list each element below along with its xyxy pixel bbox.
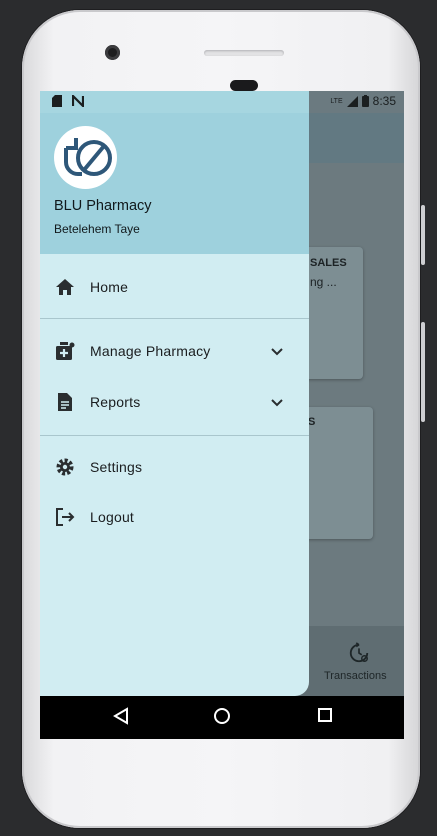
sd-card-icon [52,95,62,107]
front-camera [105,45,120,60]
drawer-item-label: Home [90,279,129,295]
recents-icon[interactable] [317,707,333,723]
proximity-sensor [230,80,258,91]
drawer-header: BLU Pharmacy Betelehem Taye [40,91,309,254]
chevron-down-icon[interactable] [268,342,286,360]
medical-bag-icon [54,340,76,362]
drawer-item-label: Manage Pharmacy [90,343,211,359]
home-nav-icon[interactable] [213,707,231,725]
drawer-item-label: Logout [90,509,135,525]
battery-icon [361,95,369,107]
home-icon [54,276,76,298]
logout-icon [54,506,76,528]
earpiece-speaker [204,50,284,56]
document-icon [54,391,76,413]
sales-card-title: SALES [310,257,347,269]
sales-card-subtitle: ng ... [310,275,337,289]
status-bar-left [52,95,84,107]
system-navigation-bar [40,696,404,739]
drawer-app-title: BLU Pharmacy [54,198,152,214]
drawer-item-home[interactable]: Home [40,265,309,309]
drawer-divider [40,318,309,319]
drawer-user-name: Betelehem Taye [54,222,140,236]
drawer-item-reports[interactable]: Reports [40,380,309,424]
transactions-icon [349,642,369,663]
chevron-down-icon[interactable] [268,393,286,411]
navigation-drawer: BLU Pharmacy Betelehem Taye Home Manage … [40,91,309,696]
status-bar-right: LTE 8:35 [330,94,396,108]
status-time: 8:35 [372,94,396,108]
drawer-item-manage-pharmacy[interactable]: Manage Pharmacy [40,329,309,373]
transactions-nav-label: Transactions [324,670,387,682]
back-icon[interactable] [113,707,129,725]
device-screen: SALES ng ... S Transactions LTE 8:35 BLU… [40,91,404,739]
drawer-item-settings[interactable]: Settings [40,445,309,489]
drawer-item-label: Reports [90,394,141,410]
drawer-divider [40,435,309,436]
pharmacy-logo [54,126,117,189]
signal-icon [346,95,358,107]
drawer-item-label: Settings [90,459,143,475]
gear-icon [54,456,76,478]
lte-icon: LTE [330,97,343,105]
secondary-card-title: S [308,416,316,428]
power-button [421,205,425,265]
drawer-item-logout[interactable]: Logout [40,495,309,539]
volume-button [421,322,425,422]
n-notification-icon [72,95,84,107]
